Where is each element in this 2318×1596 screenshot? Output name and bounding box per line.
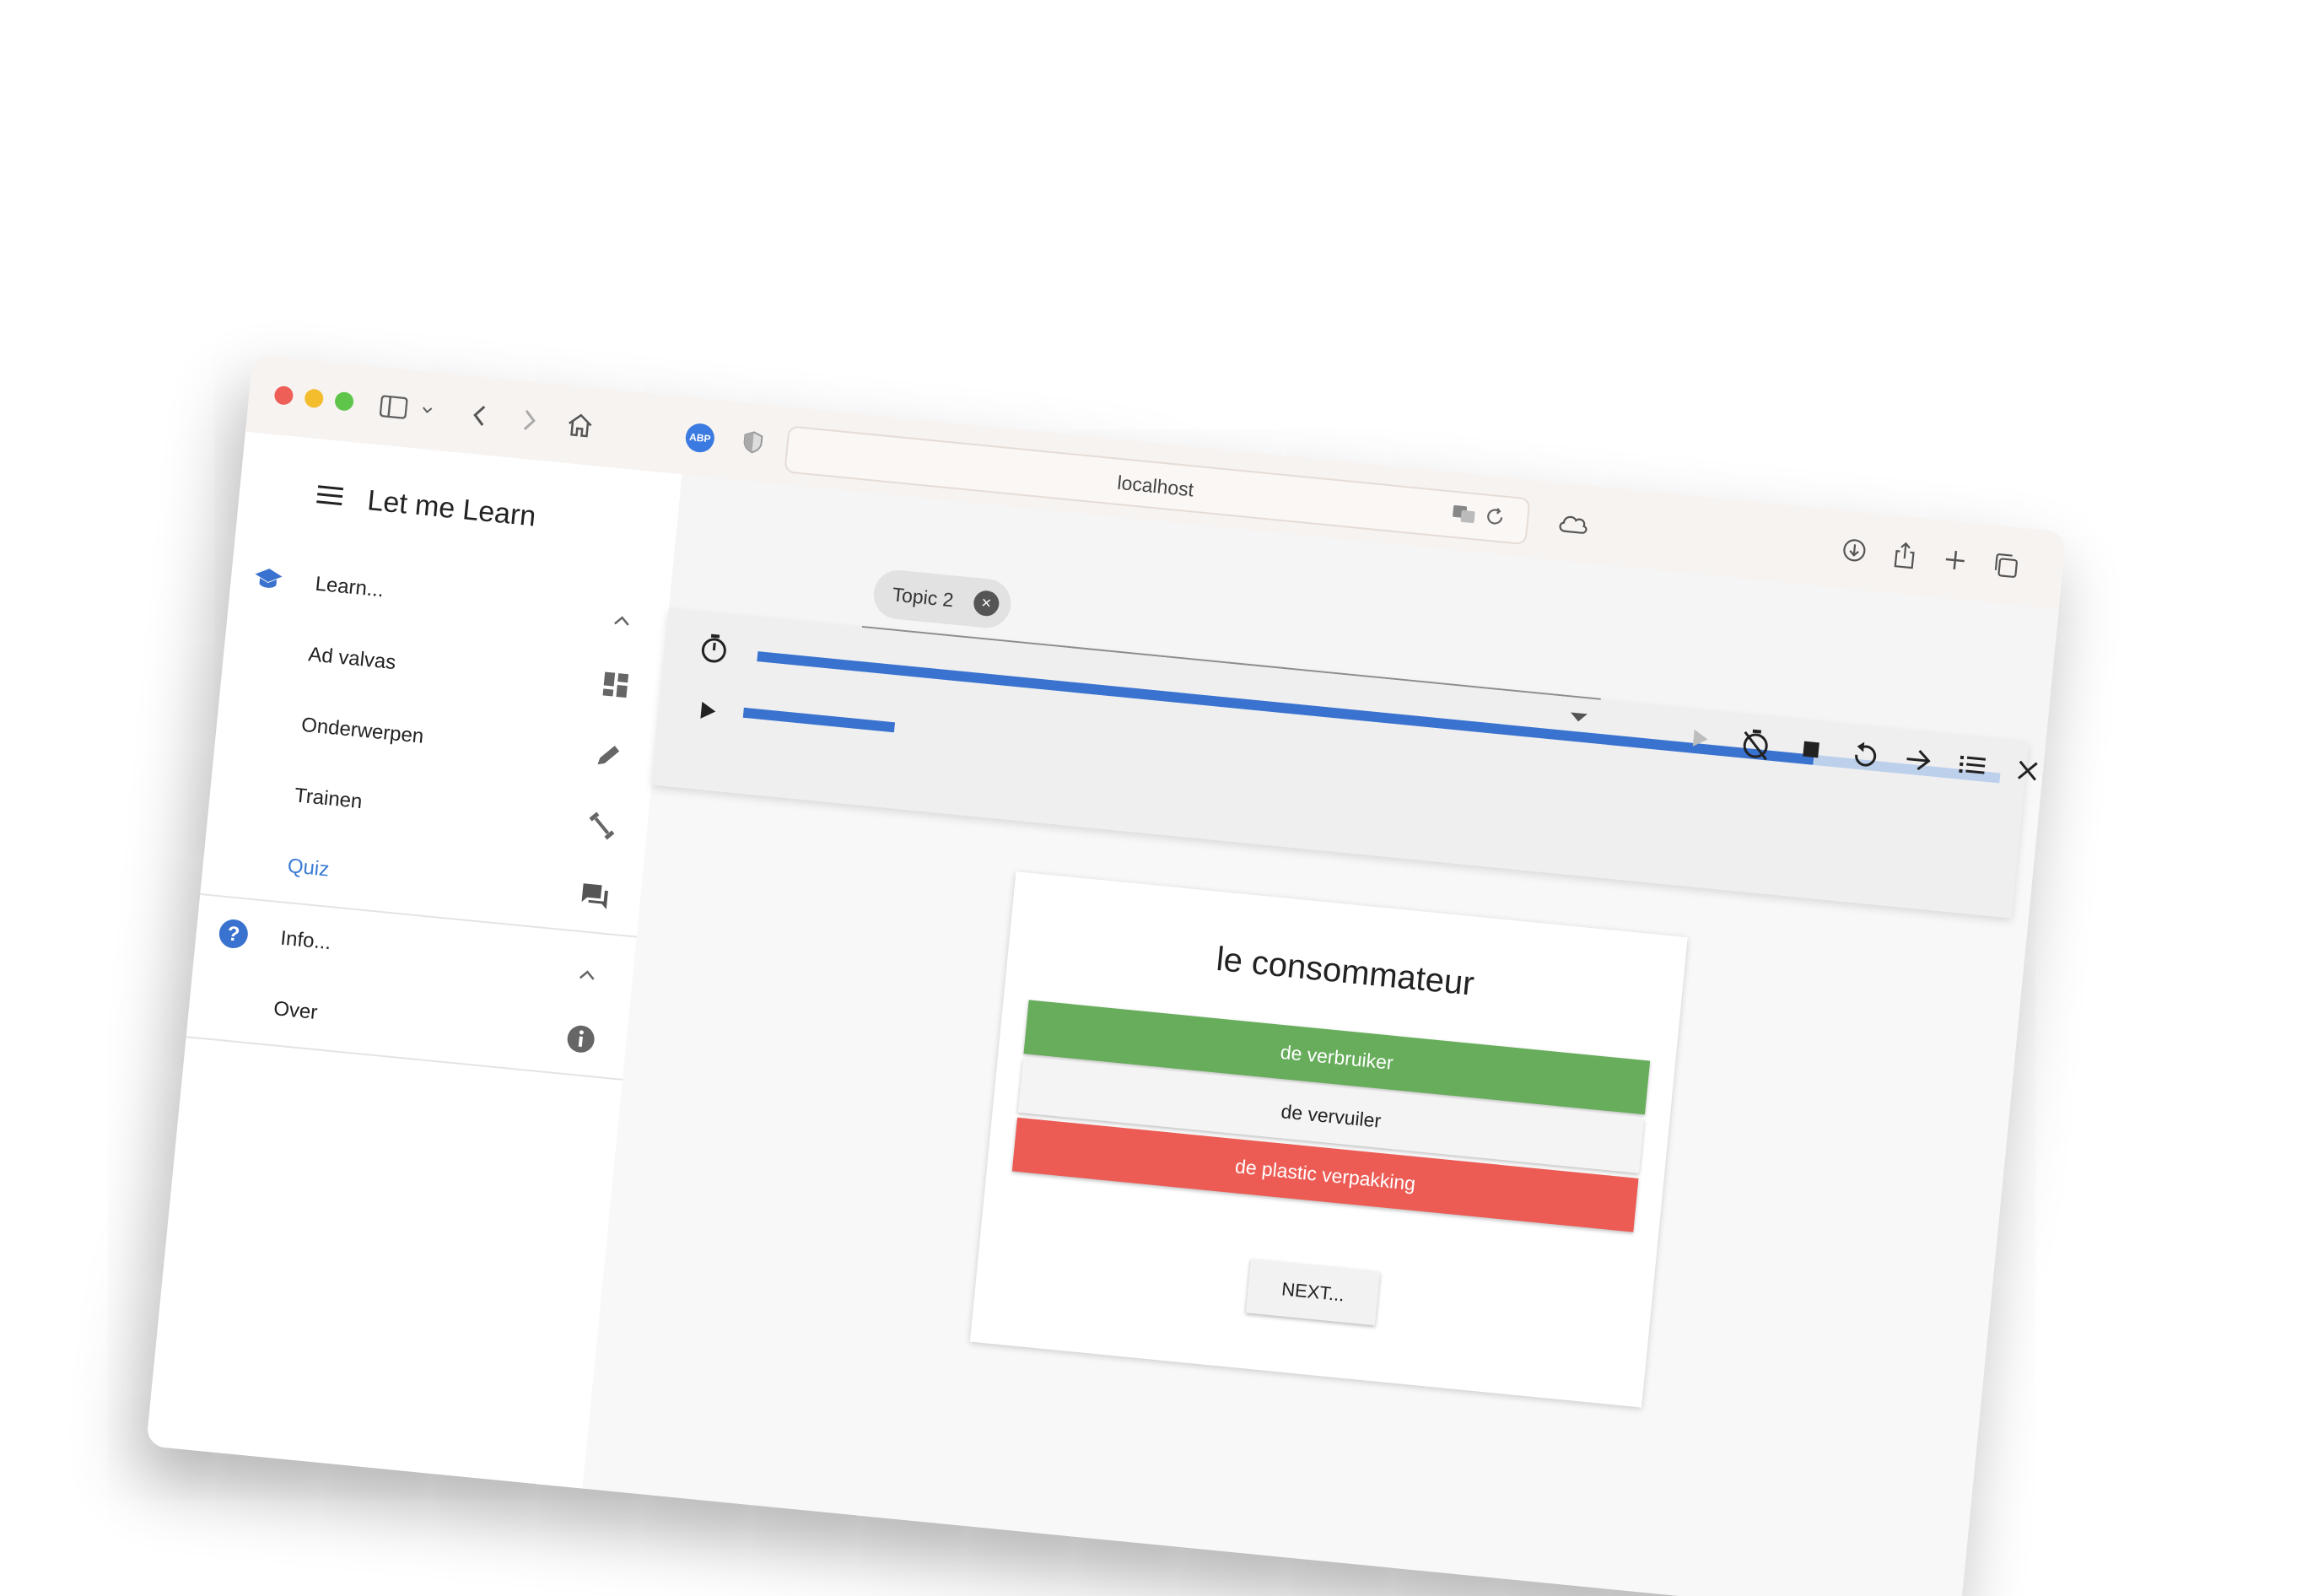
new-tab-icon[interactable] (1935, 540, 1976, 580)
sidebar-item-label: Trainen (293, 784, 364, 814)
chevron-up-icon[interactable] (603, 602, 640, 639)
dumbbell-icon (584, 807, 621, 844)
play-icon[interactable] (687, 691, 728, 731)
topic-chip[interactable]: Topic 2 × (871, 568, 1013, 630)
small-progress-bar (742, 707, 896, 733)
chevron-up-icon[interactable] (569, 957, 606, 994)
dropdown-arrow-icon[interactable] (1570, 712, 1588, 723)
reload-icon[interactable] (1474, 497, 1515, 537)
back-icon[interactable] (459, 395, 499, 435)
shield-icon[interactable] (733, 422, 774, 462)
close-icon[interactable] (2008, 751, 2048, 791)
school-icon (250, 561, 287, 598)
nav-group-label: Learn... (314, 572, 385, 602)
home-icon[interactable] (560, 405, 601, 445)
sidebar: Learn... Ad valvas Onderwerpen Trainen Q… (146, 540, 673, 1507)
nav-group-label: Info... (279, 926, 332, 955)
tabs-overview-icon[interactable] (1985, 545, 2025, 585)
timer-off-icon[interactable] (1735, 724, 1776, 764)
zoom-window-button[interactable] (334, 391, 355, 412)
share-icon[interactable] (1884, 535, 1925, 575)
cloud-icon[interactable] (1553, 503, 1593, 543)
chip-remove-icon[interactable]: × (972, 589, 1000, 617)
next-button[interactable]: NEXT... (1245, 1259, 1381, 1326)
sidebar-item-label: Onderwerpen (300, 713, 425, 748)
arrow-forward-icon[interactable] (1898, 740, 1938, 780)
list-icon[interactable] (1952, 745, 1992, 785)
stop-icon[interactable] (1791, 729, 1831, 769)
main-content: Topic 2 × le consommateur de verbruiker … (582, 474, 2059, 1596)
nav-group-learn: Learn... Ad valvas Onderwerpen Trainen Q… (200, 540, 671, 938)
chevron-down-icon[interactable] (407, 390, 447, 430)
adblock-extension-icon[interactable]: ABP (684, 422, 716, 454)
replay-icon[interactable] (1845, 735, 1885, 775)
forum-icon (576, 878, 613, 915)
dashboard-icon (597, 666, 634, 704)
info-icon (563, 1021, 600, 1058)
play-disabled-icon (1680, 719, 1721, 759)
app-title: Let me Learn (365, 484, 538, 533)
sidebar-item-label: Quiz (286, 854, 331, 882)
sidebar-item-label: Over (272, 997, 319, 1025)
browser-window: ABP localhost Let me Learn Learn... Ad v… (146, 354, 2067, 1596)
menu-icon[interactable] (315, 483, 346, 510)
minimize-window-button[interactable] (304, 388, 325, 409)
quiz-card: le consommateur de verbruiker de vervuil… (969, 871, 1688, 1408)
screenshot-scene: ABP localhost Let me Learn Learn... Ad v… (0, 0, 2318, 1596)
forward-icon[interactable] (509, 400, 550, 440)
close-window-button[interactable] (273, 385, 294, 406)
svg-text:?: ? (226, 922, 240, 946)
topic-chip-label: Topic 2 (891, 583, 955, 612)
timer-icon[interactable] (694, 628, 735, 669)
pencil-icon (590, 737, 628, 774)
help-icon: ? (215, 915, 252, 952)
download-icon[interactable] (1834, 530, 1874, 570)
sidebar-item-label: Ad valvas (307, 643, 397, 675)
